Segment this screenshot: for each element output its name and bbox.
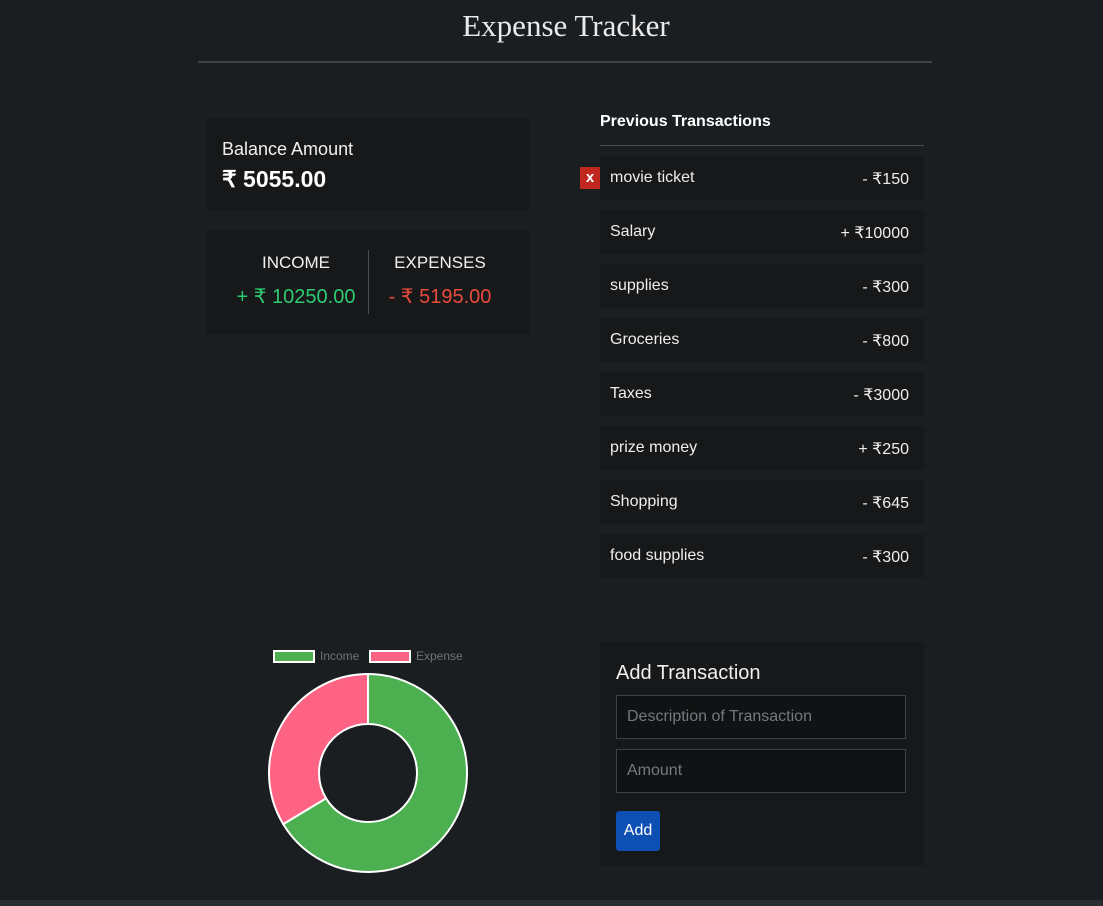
- transaction-amount: - ₹800: [862, 333, 909, 350]
- legend-label-income[interactable]: Income: [320, 649, 360, 663]
- transactions-title: Previous Transactions: [600, 113, 771, 130]
- transaction-item[interactable]: Taxes - ₹3000: [600, 372, 924, 416]
- page-title: Expense Tracker: [462, 8, 670, 43]
- transaction-item[interactable]: x movie ticket - ₹150: [580, 156, 924, 200]
- income-expense-card: INCOME + ₹ 10250.00 EXPENSES - ₹ 5195.00: [206, 230, 530, 334]
- transaction-amount: + ₹10000: [840, 225, 909, 242]
- income-label: INCOME: [262, 253, 330, 272]
- transaction-amount: - ₹3000: [853, 387, 909, 404]
- transaction-item[interactable]: Salary + ₹10000: [600, 210, 924, 254]
- transaction-description: food supplies: [610, 547, 705, 564]
- delete-transaction-button[interactable]: x: [580, 167, 600, 189]
- transaction-description: movie ticket: [610, 169, 695, 186]
- transaction-item[interactable]: Shopping - ₹645: [600, 480, 924, 524]
- transaction-description: Groceries: [610, 331, 680, 348]
- expense-section: EXPENSES - ₹ 5195.00: [369, 230, 511, 334]
- transaction-description: supplies: [610, 277, 669, 294]
- transaction-item[interactable]: Groceries - ₹800: [600, 318, 924, 362]
- description-input[interactable]: [616, 695, 906, 739]
- income-expense-chart: Income Expense: [230, 640, 510, 880]
- transaction-description: Shopping: [610, 493, 678, 510]
- income-value: + ₹ 10250.00: [236, 286, 356, 308]
- legend-swatch-expense[interactable]: [369, 650, 411, 663]
- doughnut-chart: Income Expense: [268, 649, 468, 873]
- transaction-item[interactable]: prize money + ₹250: [600, 426, 924, 470]
- transaction-description: prize money: [610, 439, 698, 456]
- transaction-list: x movie ticket - ₹150 Salary + ₹10000 su…: [580, 156, 924, 588]
- balance-card: Balance Amount ₹ 5055.00: [206, 119, 530, 211]
- transaction-amount: - ₹300: [862, 279, 909, 296]
- add-button[interactable]: Add: [616, 811, 660, 851]
- transaction-amount: - ₹150: [862, 171, 909, 188]
- transaction-description: Salary: [610, 223, 656, 240]
- bottom-scroll-bar: [0, 900, 1103, 906]
- expense-label: EXPENSES: [394, 253, 486, 272]
- transaction-amount: + ₹250: [858, 441, 909, 458]
- add-transaction-title: Add Transaction: [616, 662, 761, 684]
- transaction-amount: - ₹645: [862, 495, 909, 512]
- balance-value: ₹ 5055.00: [222, 166, 327, 192]
- legend-label-expense[interactable]: Expense: [416, 649, 463, 663]
- balance-label: Balance Amount: [222, 139, 354, 159]
- transaction-amount: - ₹300: [862, 549, 909, 566]
- slice-expense[interactable]: [268, 672, 369, 826]
- income-section: INCOME + ₹ 10250.00: [224, 230, 368, 334]
- transaction-item[interactable]: food supplies - ₹300: [600, 534, 924, 578]
- legend-swatch-income[interactable]: [273, 650, 315, 663]
- amount-input[interactable]: [616, 749, 906, 793]
- expense-value: - ₹ 5195.00: [388, 286, 492, 308]
- transactions-divider: [600, 145, 924, 146]
- transaction-description: Taxes: [610, 385, 652, 402]
- title-divider: [198, 61, 932, 63]
- add-transaction-card: Add Transaction Add: [600, 642, 924, 866]
- transaction-item[interactable]: supplies - ₹300: [600, 264, 924, 308]
